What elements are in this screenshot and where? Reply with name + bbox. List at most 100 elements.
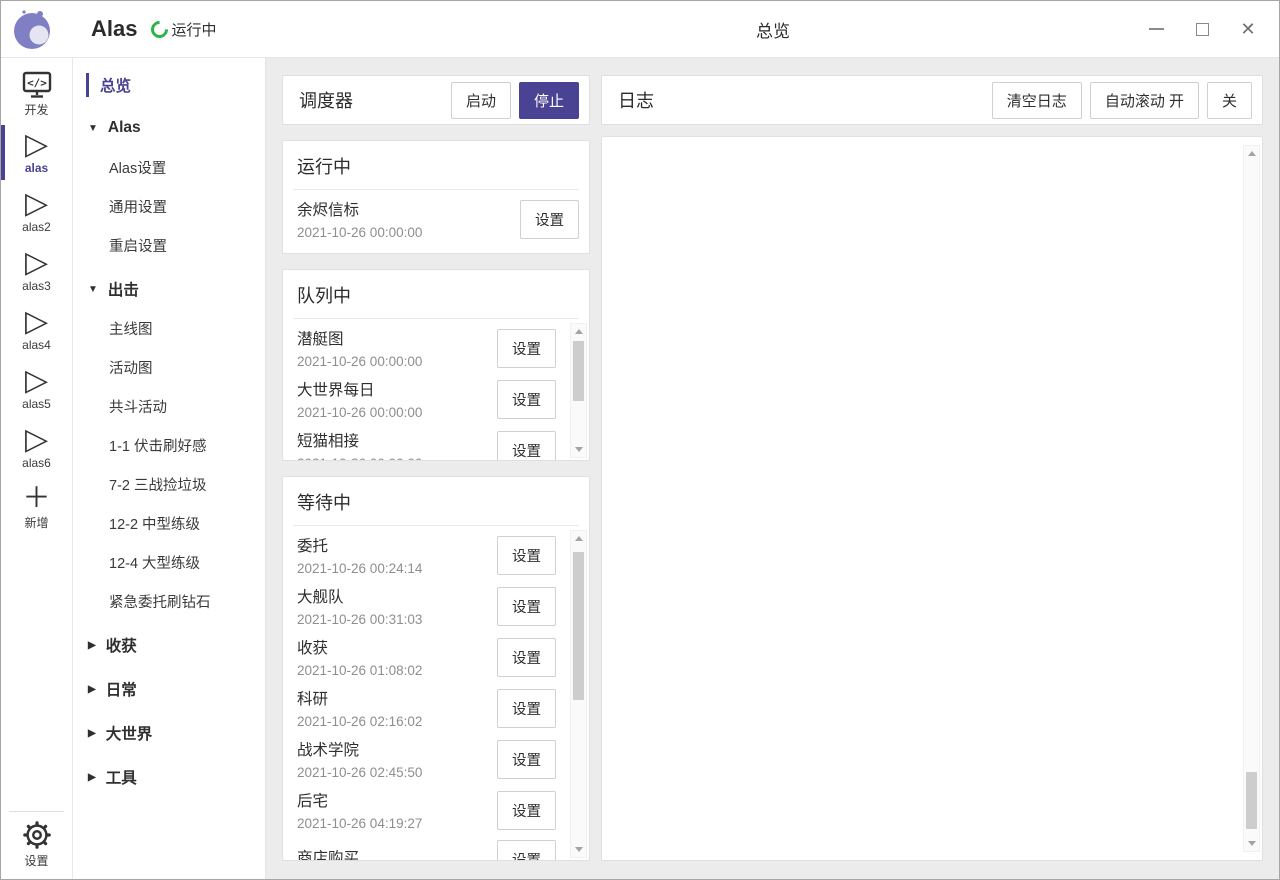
title-bar: Alas 运行中 总览 ✕ [1,1,1279,58]
task-settings-button[interactable]: 设置 [520,200,579,239]
task-next-run-time: 2021-10-26 00:00:00 [297,456,497,460]
minimize-icon [1149,28,1164,30]
running-title: 运行中 [283,141,589,189]
task-settings-button[interactable]: 设置 [497,536,556,575]
close-icon: ✕ [1240,20,1255,38]
nav-item-alas-settings[interactable]: Alas设置 [73,148,265,187]
task-settings-button[interactable]: 设置 [497,329,556,368]
status-label: 运行中 [171,19,216,40]
nav-item-1-1-affection[interactable]: 1-1 伏击刷好感 [73,426,265,465]
sidebar-item-alas5[interactable]: ▷ alas5 [1,359,72,418]
task-settings-button[interactable]: 设置 [497,431,556,461]
nav-item-12-4-leveling[interactable]: 12-4 大型练级 [73,543,265,582]
task-name: 商店购买 [297,846,497,860]
task-settings-button[interactable]: 设置 [497,638,556,677]
plus-icon: ＋ [22,483,50,513]
scrollbar-thumb[interactable] [1246,772,1257,829]
nav-item-event-campaign[interactable]: 活动图 [73,348,265,387]
waiting-task-list: 委托 2021-10-26 00:24:14 设置 大舰队 2021-10-26… [297,528,566,860]
task-row: 商店购买 设置 [297,834,566,860]
window-controls: ✕ [1139,13,1279,45]
scroll-up-icon[interactable] [571,531,586,546]
running-spinner-icon [148,17,172,41]
task-settings-button[interactable]: 设置 [497,380,556,419]
scheduler-header-card: 调度器 启动 停止 [282,75,590,125]
sidebar-item-alas4[interactable]: ▷ alas4 [1,300,72,359]
scroll-down-icon[interactable] [571,442,586,457]
close-button[interactable]: ✕ [1231,13,1265,45]
instance-sidebar: </> 开发 ▷ alas ▷ alas2 ▷ alas3 ▷ alas4 [1,58,73,879]
scrollbar-thumb[interactable] [573,341,584,401]
app-title: Alas [91,16,137,42]
scroll-up-icon[interactable] [1244,146,1259,161]
sidebar-item-alas6[interactable]: ▷ alas6 [1,418,72,477]
scheduler-start-button[interactable]: 启动 [451,82,511,119]
nav-item-gems-farming[interactable]: 紧急委托刷钻石 [73,582,265,621]
log-column: 日志 清空日志 自动滚动 开 关 [601,75,1263,861]
scheduler-status: 运行中 [151,19,216,40]
nav-item-general-settings[interactable]: 通用设置 [73,187,265,226]
task-name: 余烬信标 [297,198,520,220]
task-settings-button[interactable]: 设置 [497,791,556,830]
scheduler-stop-button[interactable]: 停止 [519,82,579,119]
minimize-button[interactable] [1139,13,1173,45]
triangle-right-icon: ▶ [88,640,96,651]
alas-logo-icon [11,7,55,51]
triangle-right-icon: ▶ [88,728,96,739]
clear-log-button[interactable]: 清空日志 [992,82,1082,119]
task-name: 短猫相接 [297,429,497,451]
sidebar-item-alas[interactable]: ▷ alas [1,123,72,182]
task-settings-button[interactable]: 设置 [497,740,556,779]
scrollbar-thumb[interactable] [573,552,584,700]
sidebar-item-settings[interactable]: 设置 [9,811,64,879]
nav-item-main-campaign[interactable]: 主线图 [73,309,265,348]
task-next-run-time: 2021-10-26 01:08:02 [297,663,497,678]
nav-item-restart-settings[interactable]: 重启设置 [73,226,265,265]
autoscroll-off-button[interactable]: 关 [1207,82,1252,119]
scroll-up-icon[interactable] [571,324,586,339]
nav-item-coalition[interactable]: 共斗活动 [73,387,265,426]
nav-group-tools[interactable]: ▶ 工具 [73,757,265,797]
pending-title: 队列中 [283,270,589,318]
task-name: 收获 [297,636,497,658]
running-task-list: 余烬信标 2021-10-26 00:00:00 设置 [297,192,589,243]
task-row: 后宅 2021-10-26 04:19:27 设置 [297,783,566,834]
autoscroll-on-button[interactable]: 自动滚动 开 [1090,82,1199,119]
scroll-down-icon[interactable] [1244,836,1259,851]
nav-group-daily[interactable]: ▶ 日常 [73,669,265,709]
nav-group-alas[interactable]: ▼ Alas [73,108,265,148]
add-instance-button[interactable]: ＋ 新增 [1,477,72,536]
waiting-card: 等待中 委托 2021-10-26 00:24:14 设置 [282,476,590,861]
play-icon: ▷ [25,366,48,396]
triangle-down-icon: ▼ [88,123,98,134]
task-settings-button[interactable]: 设置 [497,587,556,626]
nav-item-12-2-leveling[interactable]: 12-2 中型练级 [73,504,265,543]
waiting-title: 等待中 [283,477,589,525]
task-next-run-time: 2021-10-26 00:24:14 [297,561,497,576]
nav-item-overview[interactable]: 总览 [73,66,265,104]
nav-group-reward[interactable]: ▶ 收获 [73,625,265,665]
sidebar-item-alas3[interactable]: ▷ alas3 [1,241,72,300]
maximize-button[interactable] [1185,13,1219,45]
log-scrollbar[interactable] [1243,145,1260,852]
nav-group-campaign[interactable]: ▼ 出击 [73,269,265,309]
waiting-scrollbar[interactable] [570,530,587,858]
pending-scrollbar[interactable] [570,323,587,458]
nav-group-opsi[interactable]: ▶ 大世界 [73,713,265,753]
page-title: 总览 [756,17,790,42]
task-next-run-time: 2021-10-26 04:19:27 [297,816,497,831]
scheduler-column: 调度器 启动 停止 运行中 余烬信标 2021-10-26 00:00:00 [282,75,590,861]
task-next-run-time: 2021-10-26 02:45:50 [297,765,497,780]
running-card: 运行中 余烬信标 2021-10-26 00:00:00 设置 [282,140,590,254]
code-monitor-icon: </> [22,70,52,100]
task-settings-button[interactable]: 设置 [497,689,556,728]
task-row: 科研 2021-10-26 02:16:02 设置 [297,681,566,732]
nav-item-7-2-farming[interactable]: 7-2 三战捡垃圾 [73,465,265,504]
scroll-down-icon[interactable] [571,842,586,857]
task-row: 大舰队 2021-10-26 00:31:03 设置 [297,579,566,630]
triangle-down-icon: ▼ [88,284,98,295]
task-settings-button[interactable]: 设置 [497,840,556,860]
task-row: 短猫相接 2021-10-26 00:00:00 设置 [297,423,566,460]
sidebar-item-dev[interactable]: </> 开发 [1,64,72,123]
sidebar-item-alas2[interactable]: ▷ alas2 [1,182,72,241]
